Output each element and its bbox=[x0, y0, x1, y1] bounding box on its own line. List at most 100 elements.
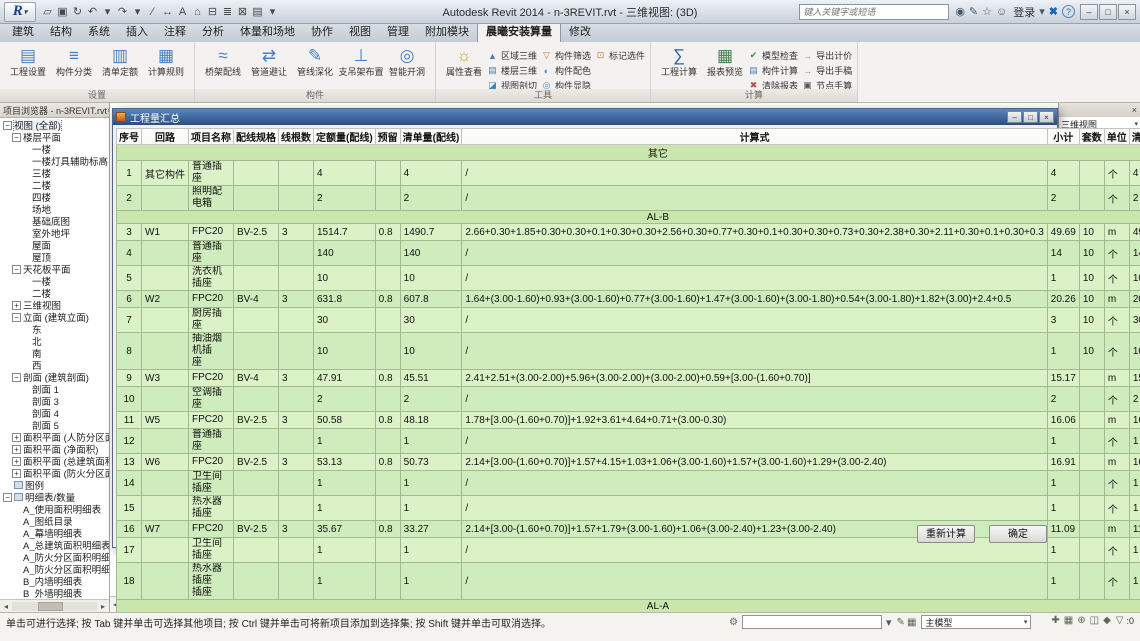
select-links-icon[interactable]: ✚ bbox=[1051, 615, 1059, 626]
table-row[interactable]: 18热水器插座 插座11/1个11 bbox=[116, 562, 1140, 600]
table-row[interactable]: 8抽油烟机插 座1010/110个1010 bbox=[116, 332, 1140, 370]
browser-item[interactable]: 剖面 3 bbox=[0, 395, 109, 407]
browser-item[interactable]: − 楼层平面 bbox=[0, 131, 109, 143]
expand-icon[interactable]: + bbox=[12, 444, 21, 454]
browser-item[interactable]: 南 bbox=[0, 347, 109, 359]
collapse-icon[interactable]: − bbox=[12, 312, 21, 322]
scroll-left-icon[interactable]: ◂ bbox=[0, 602, 12, 611]
signin-label[interactable]: 登录 bbox=[1013, 4, 1035, 20]
table-row[interactable]: 4普通插座140140/1410个140140 bbox=[116, 240, 1140, 266]
communication-icon[interactable]: ☆ bbox=[982, 6, 992, 18]
expand-icon[interactable]: + bbox=[12, 432, 21, 442]
project-calc-button[interactable]: ∑ 工程计算 bbox=[656, 44, 702, 90]
ribbon-tab[interactable]: 修改 bbox=[561, 21, 599, 42]
ribbon-tab[interactable]: 视图 bbox=[341, 21, 379, 42]
close-icon[interactable]: × bbox=[1039, 111, 1054, 123]
app-menu-button[interactable]: R ▾ bbox=[4, 1, 36, 22]
collapse-icon[interactable]: − bbox=[3, 492, 12, 502]
minimize-icon[interactable]: – bbox=[1007, 111, 1022, 123]
model-check-button[interactable]: ✔ 模型检查 bbox=[748, 48, 798, 63]
browser-item[interactable]: 屋面 bbox=[0, 239, 109, 251]
editable-only-icon[interactable]: ✎ bbox=[897, 617, 905, 628]
chevron-down-icon[interactable]: ▾ bbox=[886, 616, 892, 629]
table-row[interactable]: 1其它构件普通插座44/4个44 bbox=[116, 160, 1140, 186]
browser-item[interactable]: − 视图 (全部) bbox=[0, 119, 109, 131]
collapse-icon[interactable]: − bbox=[12, 132, 21, 142]
browser-item[interactable]: + 面积平面 (净面积) bbox=[0, 443, 109, 455]
table-row[interactable]: 6 W2 FPC20 BV-4 3 631.8 0.8 607.8 1.64+(3.00-1.6… bbox=[116, 290, 1140, 308]
measure-icon[interactable]: ∕ bbox=[145, 3, 160, 21]
account-icon[interactable]: ☺ bbox=[996, 6, 1007, 18]
table-row[interactable]: 14卫生间插座11/1个11 bbox=[116, 470, 1140, 496]
default-3d-view-icon[interactable]: ⌂ bbox=[190, 3, 205, 21]
browser-item[interactable]: A_使用面积明细表 bbox=[0, 503, 109, 515]
ok-button[interactable]: 确定 bbox=[989, 525, 1047, 543]
maximize-icon[interactable]: □ bbox=[1023, 111, 1038, 123]
export-pricing-button[interactable]: → 导出计价 bbox=[802, 48, 852, 63]
browser-item[interactable]: 东 bbox=[0, 323, 109, 335]
browser-item[interactable]: 场地 bbox=[0, 203, 109, 215]
browser-item[interactable]: A_幕墙明细表 bbox=[0, 527, 109, 539]
table-row[interactable]: 7厨房插座3030/310个3030 bbox=[116, 307, 1140, 333]
scroll-right-icon[interactable]: ▸ bbox=[97, 602, 109, 611]
table-row[interactable]: 3 W1 FPC20 BV-2.5 3 1514.7 0.8 1490.7 2.66+0.30+… bbox=[116, 223, 1140, 241]
browser-item[interactable]: 北 bbox=[0, 335, 109, 347]
browser-item[interactable]: A_图纸目录 bbox=[0, 515, 109, 527]
browser-item[interactable]: A_防火分区面积明细表 bbox=[0, 551, 109, 563]
browser-item[interactable]: +面积平面 (人防分区面积) bbox=[0, 431, 109, 443]
table-row[interactable]: 13 W6 FPC20 BV-2.5 3 53.13 0.8 50.73 2.14+[3.00-… bbox=[116, 453, 1140, 471]
filter-icon[interactable]: ▽ bbox=[1116, 615, 1124, 626]
browser-item[interactable]: − 明细表/数量 bbox=[0, 491, 109, 503]
browser-item[interactable]: 西 bbox=[0, 359, 109, 371]
table-row[interactable]: 9 W3 FPC20 BV-4 3 47.91 0.8 45.51 2.41+2.51+(3.0… bbox=[116, 369, 1140, 387]
collapse-icon[interactable]: − bbox=[12, 372, 21, 382]
collapse-icon[interactable]: − bbox=[3, 120, 12, 130]
browser-item[interactable]: + 三维视图 bbox=[0, 299, 109, 311]
pipe-avoidance-button[interactable]: ⇄ 管道避让 bbox=[246, 44, 292, 90]
export-draft-button[interactable]: → 导出手稿 bbox=[802, 63, 852, 78]
expand-icon[interactable]: + bbox=[12, 456, 21, 466]
expand-icon[interactable]: + bbox=[12, 468, 21, 478]
browser-item[interactable]: 剖面 4 bbox=[0, 407, 109, 419]
hanger-layout-button[interactable]: ⊥ 支吊架布置 bbox=[338, 44, 384, 90]
mark-parts-button[interactable]: ⊡ 标记选件 bbox=[595, 48, 645, 63]
subscription-icon[interactable]: ✎ bbox=[969, 6, 978, 18]
search-go-icon[interactable]: ◉ bbox=[955, 6, 965, 18]
table-row[interactable]: 11 W5 FPC20 BV-2.5 3 50.58 0.8 48.18 1.78+[3.00-… bbox=[116, 411, 1140, 429]
undo-dropdown-icon[interactable]: ▾ bbox=[100, 3, 115, 21]
report-preview-button[interactable]: ▦ 报表预览 bbox=[702, 44, 748, 90]
table-row[interactable]: 10空调插座22/2个22 bbox=[116, 386, 1140, 412]
redo-dropdown-icon[interactable]: ▾ bbox=[130, 3, 145, 21]
expand-icon[interactable]: + bbox=[12, 300, 21, 310]
workset-display-icon[interactable]: ▦ bbox=[907, 617, 916, 628]
browser-item[interactable]: 四楼 bbox=[0, 191, 109, 203]
close-icon[interactable]: × bbox=[1132, 105, 1137, 115]
component-color-button[interactable]: ◐ 构件配色 bbox=[541, 63, 591, 78]
close-icon[interactable]: × bbox=[1118, 3, 1136, 20]
browser-item[interactable]: 图例 bbox=[0, 479, 109, 491]
open-icon[interactable]: ▱ bbox=[40, 3, 55, 21]
browser-item[interactable]: 一楼灯具辅助标高 bbox=[0, 155, 109, 167]
search-input[interactable] bbox=[799, 3, 950, 20]
browser-item[interactable]: 室外地坪 bbox=[0, 227, 109, 239]
browser-item[interactable]: 剖面 1 bbox=[0, 383, 109, 395]
browser-item[interactable]: 剖面 5 bbox=[0, 419, 109, 431]
scrollbar-thumb[interactable] bbox=[37, 601, 63, 611]
aligned-dimension-icon[interactable]: ↔ bbox=[160, 3, 175, 21]
browser-item[interactable]: B_外墙明细表 bbox=[0, 587, 109, 598]
smart-opening-button[interactable]: ◎ 智能开洞 bbox=[384, 44, 430, 90]
cable-tray-wiring-button[interactable]: ≈ 桥架配线 bbox=[200, 44, 246, 90]
design-option-select[interactable]: 主模型 ▾ bbox=[921, 615, 1032, 629]
table-row[interactable]: 2照明配电箱22/2个22 bbox=[116, 185, 1140, 211]
browser-item[interactable]: − 剖面 (建筑剖面) bbox=[0, 371, 109, 383]
component-calc-button[interactable]: ▤ 构件计算 bbox=[748, 63, 798, 78]
ribbon-tab[interactable]: 协作 bbox=[303, 21, 341, 42]
chevron-down-icon[interactable]: ▾ bbox=[1039, 5, 1045, 18]
browser-item[interactable]: A_防火分区面积明细表 1 bbox=[0, 563, 109, 575]
ribbon-tab[interactable]: 结构 bbox=[42, 21, 80, 42]
close-hidden-windows-icon[interactable]: ⊠ bbox=[235, 3, 250, 21]
component-filter-button[interactable]: ▽ 构件筛选 bbox=[541, 48, 591, 63]
property-view-button[interactable]: ☼ 属性查看 bbox=[441, 44, 487, 90]
thin-lines-icon[interactable]: ≣ bbox=[220, 3, 235, 21]
browser-item[interactable]: 基础底图 bbox=[0, 215, 109, 227]
